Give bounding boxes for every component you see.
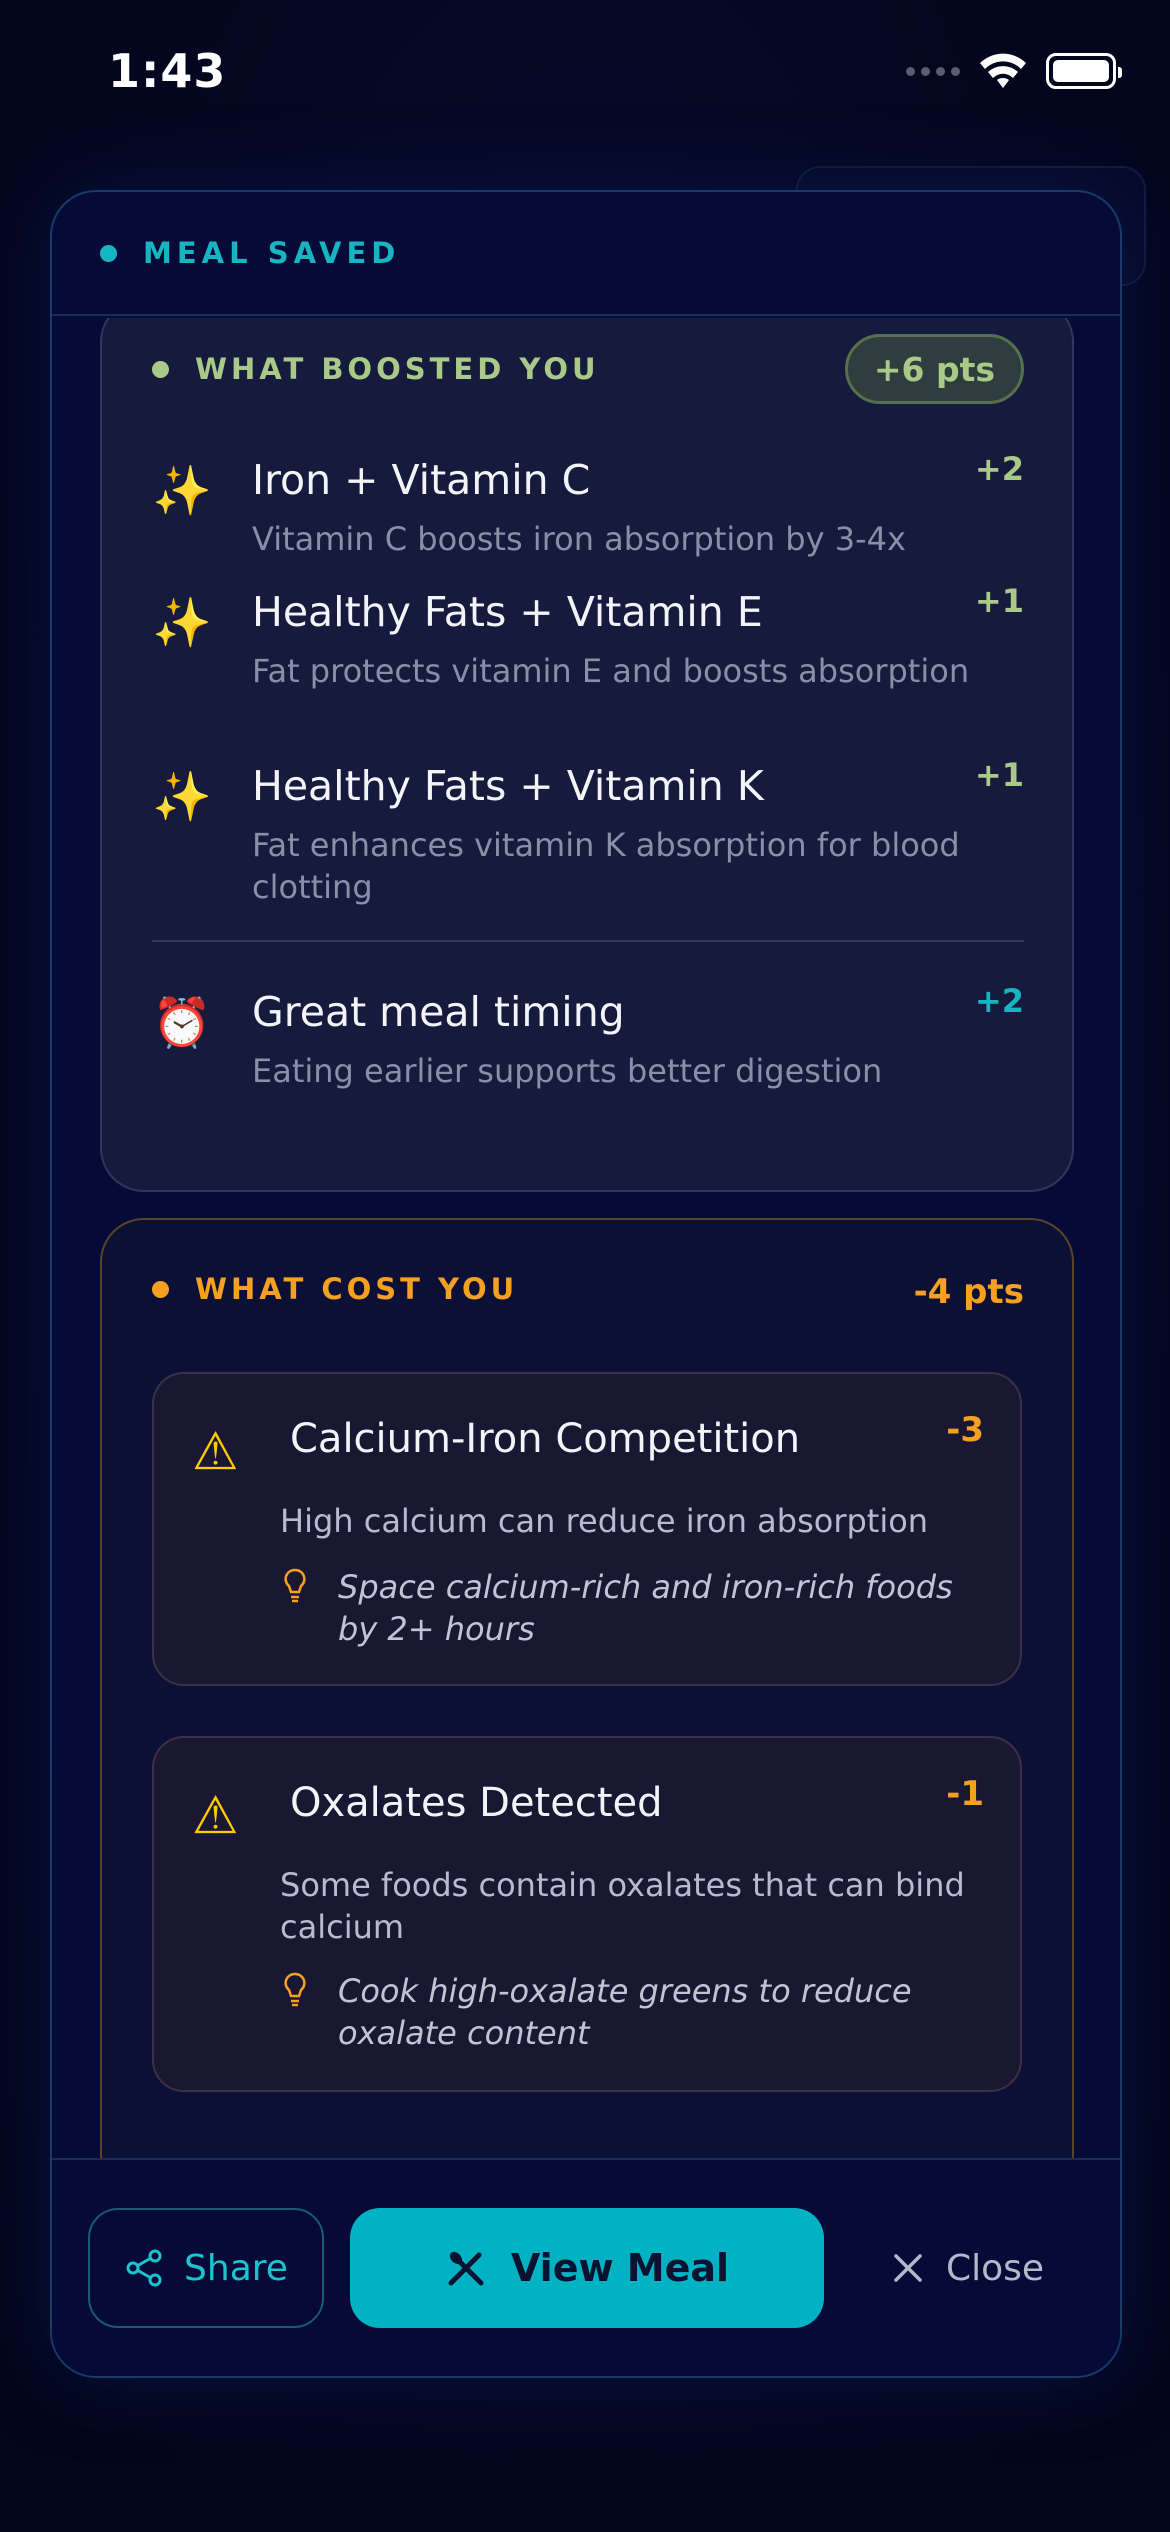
share-label: Share [184,2247,288,2289]
status-time: 1:43 [108,44,227,98]
cost-item: ⚠ Oxalates Detected -1 Some foods contai… [152,1736,1022,2092]
sparkles-icon: ✨ [152,595,212,651]
boost-item-title: Iron + Vitamin C [252,456,591,504]
utensils-icon [448,2251,484,2286]
cost-card: WHAT COST YOU -4 pts ⚠ Calcium-Iron Comp… [100,1218,1074,2162]
boost-item-desc: Fat protects vitamin E and boosts absorp… [252,652,970,690]
boost-card: WHAT BOOSTED YOU +6 pts ✨ Iron + Vitamin… [100,318,1074,1192]
cost-dot [152,1280,169,1298]
share-icon [126,2249,162,2287]
signal-icon [906,66,960,76]
cost-header: WHAT COST YOU [152,1272,518,1306]
warning-icon: ⚠ [192,1422,239,1482]
boost-title: WHAT BOOSTED YOU [195,352,600,386]
cost-item-tip-text: Space calcium-rich and iron-rich foods b… [338,1568,953,1648]
lightbulb-icon [284,1972,306,2007]
boost-points-badge: +6 pts [844,334,1024,404]
timing-desc: Eating earlier supports better digestion [252,1052,883,1090]
meal-saved-modal: MEAL SAVED WHAT BOOSTED YOU +6 pts ✨ Iro… [50,190,1122,2378]
cost-points: -4 pts [913,1272,1024,1312]
share-button[interactable]: Share [88,2208,324,2328]
wifi-icon [980,53,1026,88]
cost-item-desc: Some foods contain oxalates that can bin… [280,1866,965,1946]
boost-dot [152,360,169,378]
modal-scroll-area[interactable]: WHAT BOOSTED YOU +6 pts ✨ Iron + Vitamin… [52,318,1120,2162]
boost-header: WHAT BOOSTED YOU [152,352,600,386]
timing-title: Great meal timing [252,988,625,1036]
cost-item-tip-text: Cook high-oxalate greens to reduce oxala… [338,1972,912,2052]
view-meal-label: View Meal [510,2246,730,2290]
boost-item-desc: Vitamin C boosts iron absorption by 3-4x [252,520,906,558]
battery-icon [1046,53,1122,89]
boost-item-desc: Fat enhances vitamin K absorption for bl… [252,826,960,906]
sparkles-icon: ✨ [152,463,212,519]
cost-item-title: Calcium-Iron Competition [290,1416,801,1462]
modal-header: MEAL SAVED [52,192,1120,316]
header-dot [100,244,117,262]
view-meal-button[interactable]: View Meal [350,2208,824,2328]
boost-item-points: +2 [974,450,1024,488]
cost-item-desc: High calcium can reduce iron absorption [280,1502,929,1540]
modal-footer: Share View Meal Close [52,2158,1120,2376]
timing-points: +2 [974,982,1024,1020]
cost-item-points: -3 [946,1410,984,1450]
cost-title: WHAT COST YOU [195,1272,519,1306]
boost-item-title: Healthy Fats + Vitamin E [252,588,763,636]
close-button[interactable]: Close [892,2208,1044,2328]
header-label: MEAL SAVED [143,236,401,270]
alarm-clock-icon: ⏰ [152,995,212,1051]
boost-item-title: Healthy Fats + Vitamin K [252,762,764,810]
cost-item: ⚠ Calcium-Iron Competition -3 High calci… [152,1372,1022,1686]
warning-icon: ⚠ [192,1786,239,1846]
cost-item-points: -1 [946,1774,984,1814]
close-icon [894,2254,922,2282]
cost-item-title: Oxalates Detected [290,1780,663,1826]
lightbulb-icon [284,1568,306,1603]
close-label: Close [946,2247,1045,2289]
boost-item-points: +1 [974,582,1024,620]
screen: 1:43 MEAL SAVED WHAT BOOSTED YOU +6 pts [0,0,1170,2532]
status-icons [906,52,1122,90]
sparkles-icon: ✨ [152,769,212,825]
boost-item-points: +1 [974,756,1024,794]
boost-divider [152,940,1024,942]
